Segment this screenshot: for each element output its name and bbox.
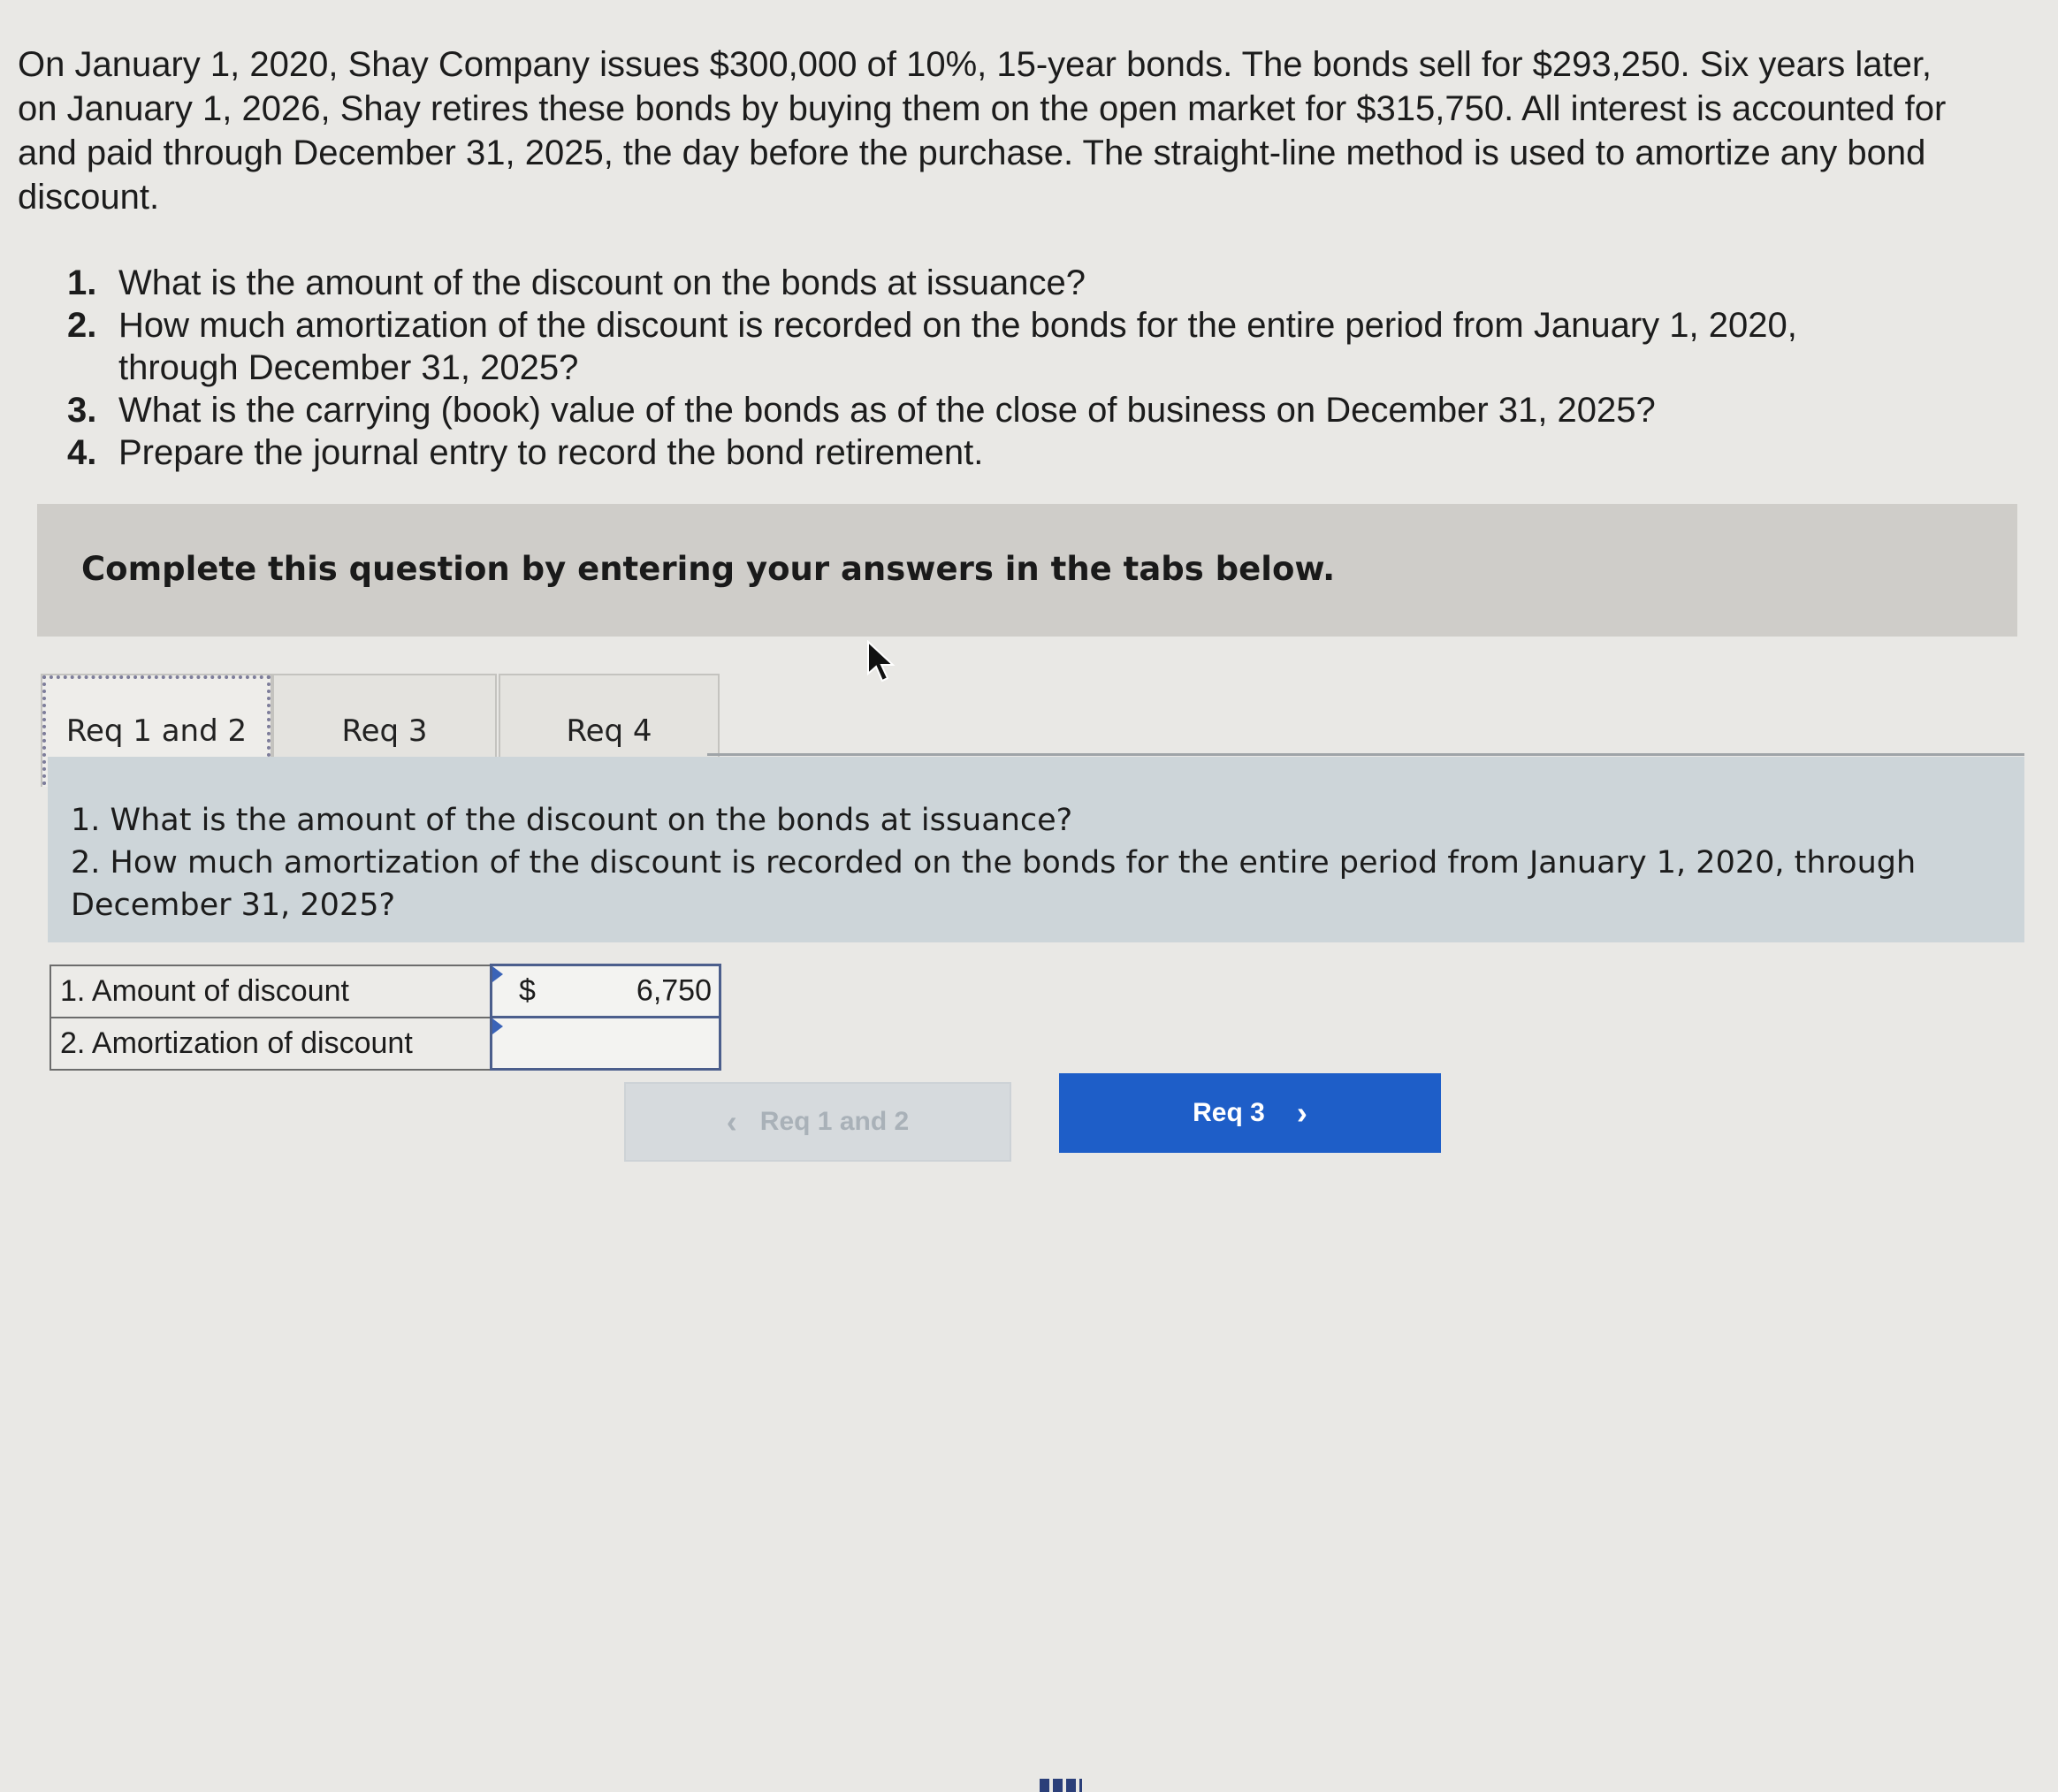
requirement-question-2: 2. How much amortization of the discount…	[71, 845, 1917, 923]
question-item: 4. Prepare the journal entry to record th…	[67, 431, 1924, 474]
prev-req-label: Req 1 and 2	[759, 1107, 910, 1136]
mouse-pointer-icon	[867, 640, 896, 682]
question-number: 3.	[67, 391, 97, 430]
amount-of-discount-input[interactable]: $ 6,750	[490, 964, 721, 1018]
answer-table: 1. Amount of discount $ 6,750 2. Amortiz…	[50, 964, 721, 1071]
next-req-button[interactable]: Req 3 ›	[1059, 1073, 1441, 1153]
requirement-panel: 1. What is the amount of the discount on…	[48, 757, 2024, 942]
table-row: 2. Amortization of discount	[50, 1016, 721, 1071]
input-flag-icon	[492, 966, 503, 982]
currency-symbol: $	[519, 973, 536, 1008]
question-text: What is the amount of the discount on th…	[118, 263, 1086, 302]
next-req-label: Req 3	[1193, 1098, 1265, 1127]
amount-of-discount-label: 1. Amount of discount	[50, 964, 492, 1018]
question-list: 1. What is the amount of the discount on …	[67, 262, 1924, 474]
question-text: What is the carrying (book) value of the…	[118, 391, 1656, 430]
question-text: Prepare the journal entry to record the …	[118, 433, 984, 472]
taskbar-icon	[1040, 1779, 1082, 1792]
amortization-of-discount-input[interactable]	[490, 1016, 721, 1071]
tab-divider	[707, 753, 2024, 756]
question-number: 1.	[67, 263, 97, 302]
question-item: 1. What is the amount of the discount on …	[67, 262, 1924, 304]
question-item: 3. What is the carrying (book) value of t…	[67, 389, 1924, 431]
question-number: 4.	[67, 433, 97, 472]
input-flag-icon	[492, 1018, 503, 1034]
problem-statement: On January 1, 2020, Shay Company issues …	[18, 45, 1947, 217]
question-number: 2.	[67, 306, 97, 345]
question-item: 2. How much amortization of the discount …	[67, 304, 1924, 389]
requirement-text: 1. What is the amount of the discount on…	[71, 799, 1998, 927]
table-row: 1. Amount of discount $ 6,750	[50, 964, 721, 1018]
amount-of-discount-value: 6,750	[636, 973, 712, 1008]
chevron-right-icon: ›	[1296, 1094, 1307, 1131]
question-text: How much amortization of the discount is…	[118, 306, 1797, 387]
requirement-question-1: 1. What is the amount of the discount on…	[71, 803, 1073, 838]
instruction-text: Complete this question by entering your …	[81, 550, 1336, 588]
chevron-left-icon: ‹	[726, 1103, 737, 1140]
prev-req-button[interactable]: ‹ Req 1 and 2	[624, 1082, 1011, 1162]
instruction-bar: Complete this question by entering your …	[37, 504, 2017, 637]
amortization-of-discount-label: 2. Amortization of discount	[50, 1016, 492, 1071]
